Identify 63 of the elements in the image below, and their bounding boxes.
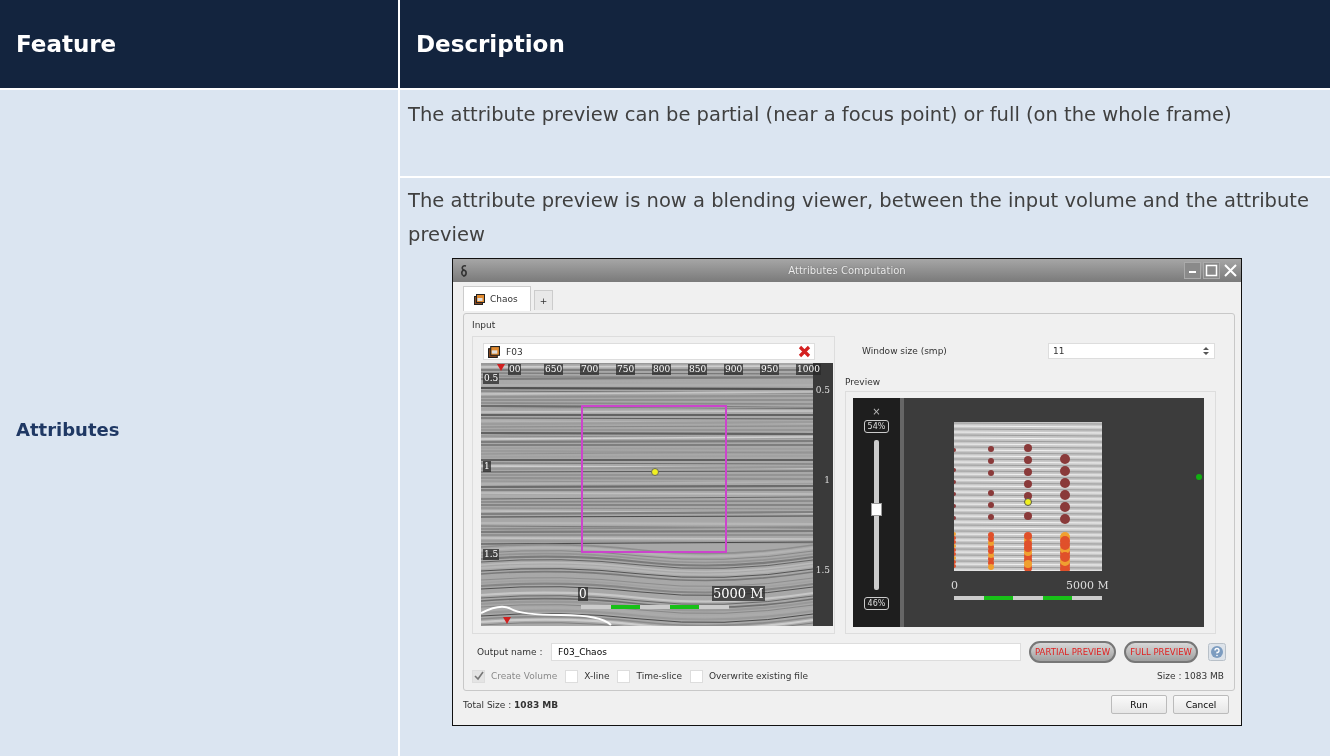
checkbox[interactable] bbox=[565, 669, 579, 683]
column-header: Description bbox=[416, 31, 565, 57]
axis-tick-label: 0.5 bbox=[814, 385, 831, 396]
axis-tick-label: 900 bbox=[724, 364, 744, 375]
dialog-button[interactable]: Run bbox=[1111, 695, 1167, 714]
focus-point[interactable] bbox=[651, 468, 659, 476]
output-name-field[interactable]: F03_Chaos bbox=[551, 643, 1021, 661]
axis-tick-label: 1.5 bbox=[483, 549, 500, 560]
selection-rectangle[interactable] bbox=[581, 405, 727, 553]
axis-tick-label: 0.5 bbox=[483, 373, 500, 384]
cube-icon bbox=[488, 345, 500, 358]
description-text: The attribute preview can be partial (near a focus point) or full (on the whole frame) bbox=[408, 102, 1233, 128]
window-size-spinbox[interactable]: 11 bbox=[1048, 343, 1215, 359]
dialog-button[interactable]: Cancel bbox=[1173, 695, 1229, 714]
axis-tick-label: 950 bbox=[760, 364, 780, 375]
checkbox-label: X-line bbox=[584, 671, 610, 681]
cube-icon bbox=[474, 293, 485, 305]
total-size-text: Total Size : 1083 MB bbox=[463, 699, 559, 710]
scale-label: 0 bbox=[951, 579, 958, 592]
axis-tick-label: 1 bbox=[483, 461, 491, 472]
blend-reading: 46% bbox=[863, 597, 890, 610]
spin-arrows-icon[interactable] bbox=[1202, 346, 1210, 356]
axis-tick-label: 650 bbox=[544, 364, 564, 375]
blend-reading: 54% bbox=[863, 420, 890, 433]
focus-point[interactable] bbox=[1024, 498, 1032, 506]
close-icon[interactable] bbox=[1222, 262, 1239, 279]
field-label: Output name : bbox=[477, 647, 543, 657]
scale-label: 5000 M bbox=[712, 586, 765, 601]
description-text: The attribute preview is now a blending viewer, between the input volume and the attribute preview bbox=[408, 188, 1310, 248]
checkbox-label: Create Volume bbox=[491, 671, 558, 681]
marker-icon bbox=[497, 364, 505, 372]
axis-tick-label: 850 bbox=[688, 364, 708, 375]
handle-dot[interactable] bbox=[1196, 474, 1202, 480]
scale-label: 0 bbox=[578, 587, 588, 601]
marker-icon bbox=[503, 617, 511, 625]
axis-tick-label: 00 bbox=[508, 364, 522, 375]
group-title: Input bbox=[472, 320, 497, 332]
checkbox-label: Time-slice bbox=[636, 671, 682, 681]
field-label: Window size (smp) bbox=[862, 346, 947, 356]
remove-icon[interactable] bbox=[798, 345, 811, 358]
axis-tick-label: 800 bbox=[652, 364, 672, 375]
help-icon[interactable] bbox=[1207, 643, 1226, 661]
close-icon[interactable]: × bbox=[872, 406, 881, 417]
checkbox-label: Overwrite existing file bbox=[708, 671, 808, 681]
size-text: Size : 1083 MB bbox=[1157, 671, 1225, 681]
column-header: Feature bbox=[16, 31, 117, 57]
axis-tick-label: 700 bbox=[580, 364, 600, 375]
minimize-icon[interactable] bbox=[1184, 262, 1201, 279]
axis-tick-label: 750 bbox=[616, 364, 636, 375]
window-title: Attributes Computation bbox=[788, 265, 906, 276]
tab[interactable]: + bbox=[533, 290, 554, 310]
axis-tick-label: 1 bbox=[823, 475, 831, 486]
maximize-icon[interactable] bbox=[1203, 262, 1220, 279]
axis-tick-label: 1.5 bbox=[814, 565, 831, 576]
group-title: Preview bbox=[845, 377, 882, 389]
checkbox[interactable] bbox=[689, 669, 703, 683]
scale-label: 5000 M bbox=[1066, 579, 1109, 592]
feature-name: Attributes bbox=[16, 418, 120, 440]
tab[interactable]: Chaos bbox=[463, 286, 531, 311]
checkbox[interactable] bbox=[617, 669, 631, 683]
slider-thumb[interactable] bbox=[871, 503, 882, 516]
volume-field[interactable]: F03 bbox=[483, 343, 815, 360]
axis-tick-label: 1000 bbox=[796, 364, 821, 375]
